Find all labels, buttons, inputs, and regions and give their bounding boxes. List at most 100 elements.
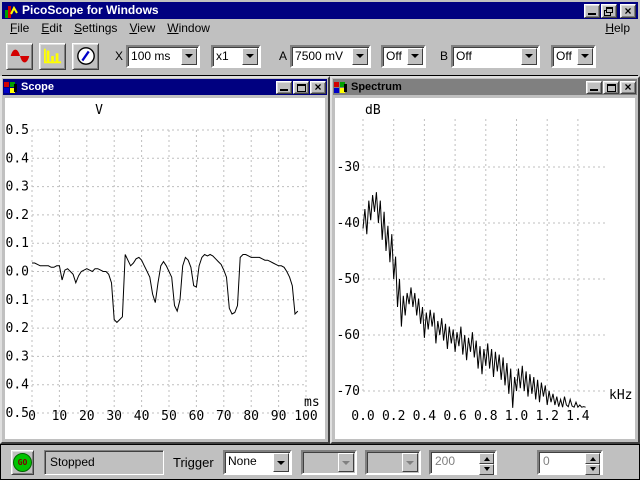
trigger-delay-spinner[interactable]: 0	[537, 450, 603, 475]
close-icon: ×	[624, 80, 632, 94]
channel-a-range-combo[interactable]: 7500 mV	[290, 44, 372, 68]
red-sine-wave-icon	[10, 49, 29, 63]
x-tick-label: 20	[79, 409, 95, 424]
app-titlebar[interactable]: PicoScope for Windows ×	[2, 2, 638, 19]
scope-minimize-button[interactable]	[276, 80, 292, 94]
close-icon: ×	[314, 80, 322, 94]
x-tick-label: 10	[52, 409, 68, 424]
x-tick-label: 1.4	[566, 409, 590, 424]
trigger-channel-value	[303, 452, 337, 473]
restore-button[interactable]	[601, 3, 617, 18]
x-tick-label: 100	[294, 409, 317, 424]
menu-file[interactable]: File	[4, 19, 35, 37]
chevron-down-icon[interactable]	[407, 47, 424, 65]
menu-edit[interactable]: Edit	[35, 19, 68, 37]
x-tick-label: 70	[216, 409, 232, 424]
spectrum-plot-area: -30 -40 -50 -60 -70 0.0 0.2 0.4 0.6 0.8 1.0 1.2 1.4 d…	[335, 98, 635, 439]
close-button[interactable]: ×	[620, 3, 636, 18]
go-button[interactable]: GO	[11, 450, 34, 475]
chevron-down-icon[interactable]	[521, 47, 538, 65]
spectrum-view-button[interactable]	[39, 42, 66, 70]
timebase-value: 100 ms	[131, 48, 171, 63]
minimize-button[interactable]	[584, 3, 600, 18]
x-tick-label: 0.4	[413, 409, 437, 424]
chevron-down-icon	[402, 453, 418, 472]
y-tick-label: 0.0	[6, 265, 29, 280]
x-axis-unit-label: ms	[304, 395, 320, 410]
mdi-client-area: Scope × 0.5 0.4 0.3 0.2 0.1 0.0 -0.1 -0.2 -0.3 -0…	[0, 76, 640, 444]
spectrum-maximize-button[interactable]	[603, 80, 619, 94]
scope-maximize-button[interactable]	[293, 80, 309, 94]
scope-titlebar[interactable]: Scope ×	[3, 79, 327, 95]
menu-settings[interactable]: Settings	[68, 19, 123, 37]
analog-gauge-icon	[76, 47, 95, 65]
chevron-down-icon[interactable]	[352, 47, 369, 65]
restore-icon	[606, 6, 613, 13]
x-tick-label: 0.8	[474, 409, 497, 424]
chevron-down-icon[interactable]	[577, 47, 594, 65]
channel-b-range-combo[interactable]: Off	[451, 44, 541, 68]
spectrum-close-button[interactable]: ×	[620, 80, 636, 94]
x-tick-label: 80	[243, 409, 259, 424]
minimize-icon	[590, 88, 598, 91]
scope-trace	[32, 253, 299, 324]
x-tick-label: 50	[161, 409, 177, 424]
yellow-bar-chart-icon	[43, 48, 61, 64]
x-tick-label: 0.2	[382, 409, 405, 424]
y-axis-unit-label: dB	[365, 103, 381, 118]
x-tick-label: 90	[271, 409, 287, 424]
channel-a-mode-combo[interactable]: Off	[381, 44, 427, 68]
spin-up-icon[interactable]	[479, 453, 494, 464]
trigger-edge-combo-disabled	[365, 450, 421, 475]
scope-view-button[interactable]	[6, 42, 33, 70]
y-tick-label: -0.3	[5, 349, 29, 364]
minimize-icon	[588, 12, 596, 15]
channel-a-mode-value: Off	[386, 48, 402, 63]
chevron-down-icon[interactable]	[273, 453, 289, 472]
spin-down-icon[interactable]	[585, 464, 600, 475]
y-tick-label: -70	[337, 384, 360, 399]
chevron-down-icon[interactable]	[242, 47, 259, 65]
trigger-channel-combo-disabled	[301, 450, 357, 475]
menu-view[interactable]: View	[123, 19, 161, 37]
x-multiplier-combo[interactable]: x1	[211, 44, 262, 68]
spectrum-window-icon	[334, 81, 347, 93]
x-tick-label: 30	[106, 409, 122, 424]
scope-plot-area: 0.5 0.4 0.3 0.2 0.1 0.0 -0.1 -0.2 -0.3 -0.4 -0.50 1…	[5, 98, 325, 439]
spin-up-icon[interactable]	[585, 453, 600, 464]
scope-close-button[interactable]: ×	[310, 80, 326, 94]
y-tick-label: -30	[337, 160, 360, 175]
y-tick-label: -0.4	[5, 378, 29, 393]
trigger-threshold-spinner[interactable]: 200	[429, 450, 497, 475]
y-tick-label: -40	[337, 216, 360, 231]
trigger-mode-combo[interactable]: None	[223, 450, 292, 475]
x-tick-label: 0.6	[443, 409, 466, 424]
go-icon: GO	[13, 453, 32, 472]
spectrum-window: Spectrum × -30 -40 -50 -60 -70 0.0 0.2 0.4 0.6 0.…	[330, 76, 640, 444]
minimize-icon	[280, 88, 288, 91]
statusbar: GO Stopped Trigger None 200 0	[0, 444, 640, 480]
channel-b-mode-combo[interactable]: Off	[551, 44, 597, 68]
y-tick-label: -0.5	[5, 406, 29, 421]
maximize-icon	[297, 83, 306, 92]
menu-window[interactable]: Window	[161, 19, 216, 37]
trigger-edge-value	[367, 452, 401, 473]
spectrum-minimize-button[interactable]	[586, 80, 602, 94]
chevron-down-icon	[338, 453, 354, 472]
scope-window-title: Scope	[21, 81, 55, 93]
y-tick-label: 0.3	[6, 180, 29, 195]
spin-down-icon[interactable]	[479, 464, 494, 475]
spectrum-titlebar[interactable]: Spectrum ×	[333, 79, 637, 95]
meter-view-button[interactable]	[72, 42, 99, 70]
x-axis-unit-label: kHz	[609, 388, 632, 403]
timebase-combo[interactable]: 100 ms	[126, 44, 201, 68]
y-tick-label: -0.2	[5, 321, 29, 336]
channel-b-label: B	[440, 49, 449, 63]
trigger-mode-value: None	[228, 454, 257, 468]
menu-help[interactable]: Help	[599, 19, 636, 37]
y-tick-label: -50	[337, 272, 360, 287]
chevron-down-icon[interactable]	[181, 47, 198, 65]
x-tick-label: 40	[134, 409, 150, 424]
x-tick-label: 0	[28, 409, 36, 424]
x-multiplier-value: x1	[216, 48, 229, 63]
